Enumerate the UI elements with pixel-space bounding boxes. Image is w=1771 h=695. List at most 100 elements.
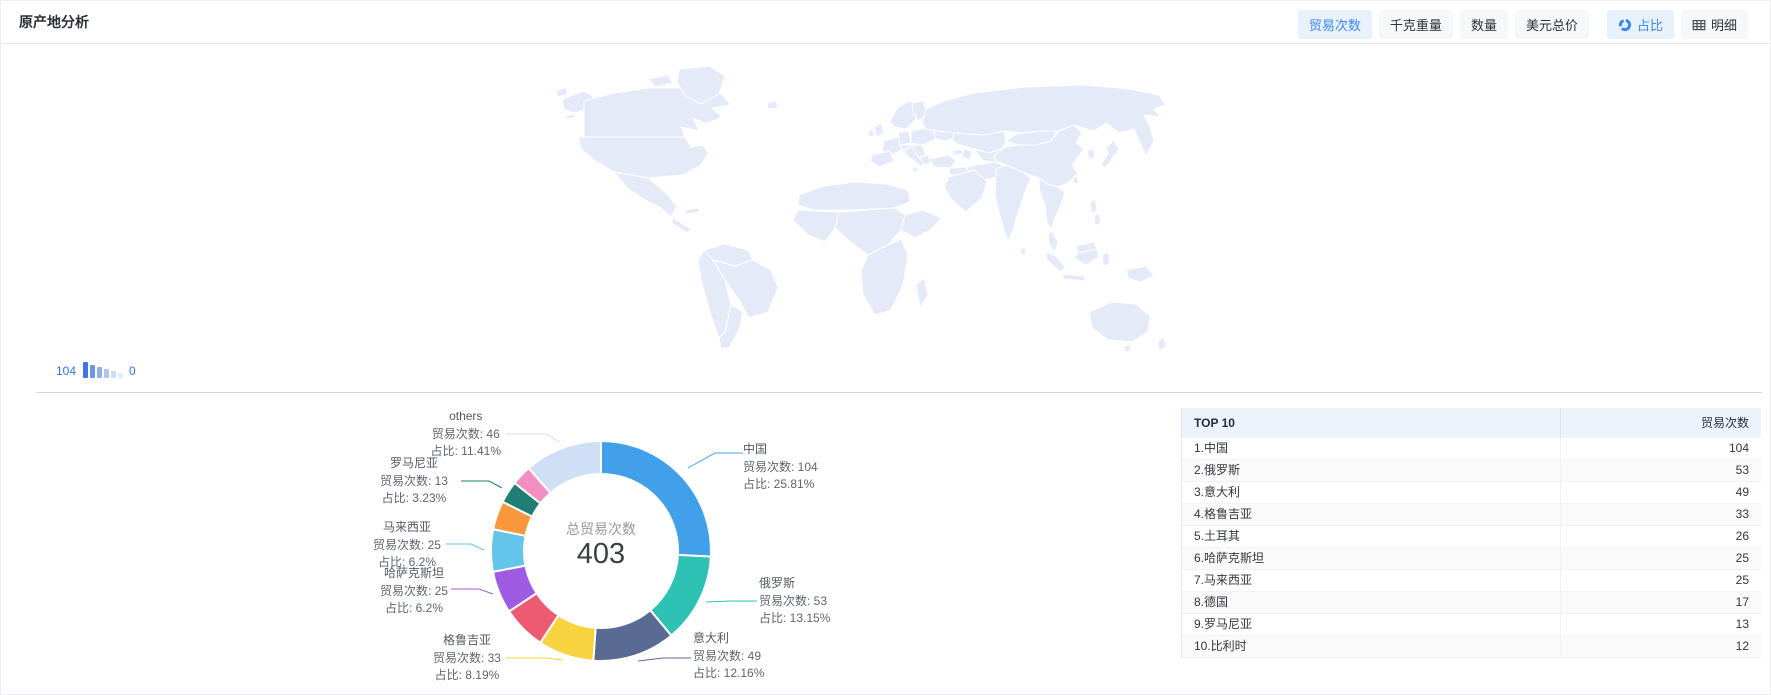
- donut-center-title: 总贸易次数: [521, 520, 681, 538]
- table-cell-value: 25: [1560, 548, 1761, 569]
- donut-label-romania: 罗马尼亚 贸易次数: 13 占比: 3.23%: [380, 455, 448, 508]
- map-country[interactable]: [1101, 141, 1119, 168]
- map-country[interactable]: [912, 166, 918, 172]
- table-cell-country: 1.中国: [1182, 438, 1560, 459]
- table-cell-value: 13: [1560, 614, 1761, 635]
- legend-bar: [90, 365, 95, 378]
- table-header-trade-count: 贸易次数: [1560, 408, 1761, 438]
- legend-bar: [97, 367, 102, 378]
- table-row: 8.德国17: [1182, 592, 1761, 614]
- map-country[interactable]: [870, 151, 894, 167]
- donut-icon: [1618, 18, 1632, 32]
- legend-max-value: 104: [56, 364, 76, 378]
- legend-bar: [111, 371, 116, 378]
- map-country[interactable]: [1073, 176, 1078, 184]
- table-body: 1.中国1042.俄罗斯533.意大利494.格鲁吉亚335.土耳其266.哈萨…: [1182, 438, 1761, 658]
- map-country[interactable]: [916, 278, 928, 308]
- map-country[interactable]: [995, 165, 1031, 242]
- tab-quantity[interactable]: 数量: [1460, 10, 1508, 39]
- tab-kg-weight[interactable]: 千克重量: [1379, 10, 1453, 39]
- table-cell-country: 10.比利时: [1182, 636, 1560, 657]
- legend-bar: [83, 362, 88, 378]
- table-cell-value: 26: [1560, 526, 1761, 547]
- table-row: 5.土耳其26: [1182, 526, 1761, 548]
- map-country[interactable]: [685, 208, 700, 214]
- legend-min-value: 0: [129, 364, 136, 378]
- table-row: 10.比利时12: [1182, 636, 1761, 658]
- map-country[interactable]: [1094, 213, 1101, 226]
- table-row: 3.意大利49: [1182, 482, 1761, 504]
- map-country-malaysia[interactable]: [1048, 230, 1058, 252]
- table-cell-country: 8.德国: [1182, 592, 1560, 613]
- map-country[interactable]: [1158, 337, 1166, 351]
- tab-detail[interactable]: 明细: [1681, 10, 1748, 39]
- page-title: 原产地分析: [19, 1, 89, 43]
- map-country[interactable]: [671, 217, 691, 233]
- table-cell-country: 9.罗马尼亚: [1182, 614, 1560, 635]
- map-country[interactable]: [1102, 252, 1110, 266]
- legend-bar: [118, 373, 123, 378]
- map-legend: 104 0: [56, 358, 136, 378]
- legend-bars: [83, 362, 123, 378]
- map-country[interactable]: [1089, 302, 1150, 342]
- donut-center-total: 403: [521, 538, 681, 570]
- map-country[interactable]: [1062, 274, 1086, 281]
- table-cell-country: 4.格鲁吉亚: [1182, 504, 1560, 525]
- map-country[interactable]: [767, 101, 778, 109]
- donut-label-china: 中国 贸易次数: 104 占比: 25.81%: [743, 441, 818, 494]
- map-country[interactable]: [874, 123, 884, 137]
- map-country[interactable]: [944, 170, 987, 212]
- view-toolbar: 占比 明细: [1607, 10, 1748, 39]
- table-header-top10: TOP 10: [1182, 408, 1560, 438]
- map-country-turkey[interactable]: [929, 155, 956, 168]
- table-cell-value: 17: [1560, 592, 1761, 613]
- table-cell-value: 49: [1560, 482, 1761, 503]
- map-country[interactable]: [566, 114, 575, 119]
- donut-label-others: others 贸易次数: 46 占比: 11.41%: [431, 408, 501, 461]
- table-row: 9.罗马尼亚13: [1182, 614, 1761, 636]
- donut-label-kazakhstan: 哈萨克斯坦 贸易次数: 25 占比: 6.2%: [380, 565, 448, 618]
- table-cell-value: 104: [1560, 438, 1761, 459]
- map-country[interactable]: [962, 149, 972, 160]
- map-country[interactable]: [649, 75, 673, 87]
- tab-trade-count[interactable]: 贸易次数: [1298, 10, 1372, 39]
- world-map: [554, 61, 1169, 356]
- map-country-georgia[interactable]: [952, 149, 963, 155]
- table-cell-value: 53: [1560, 460, 1761, 481]
- donut-label-italy: 意大利 贸易次数: 49 占比: 12.16%: [693, 630, 764, 683]
- section-divider: [36, 392, 1762, 393]
- map-country[interactable]: [1126, 266, 1154, 282]
- tab-usd-total[interactable]: 美元总价: [1515, 10, 1589, 39]
- donut-label-russia: 俄罗斯 贸易次数: 53 占比: 13.15%: [759, 575, 830, 628]
- legend-bar: [104, 369, 109, 378]
- map-country[interactable]: [868, 129, 874, 137]
- map-country[interactable]: [1124, 345, 1131, 352]
- map-country[interactable]: [793, 210, 839, 242]
- table-cell-value: 12: [1560, 636, 1761, 657]
- map-country[interactable]: [1087, 148, 1095, 160]
- map-country[interactable]: [798, 182, 910, 210]
- map-country[interactable]: [578, 137, 708, 178]
- map-country[interactable]: [1090, 199, 1097, 214]
- tab-proportion[interactable]: 占比: [1607, 10, 1674, 39]
- table-row: 1.中国104: [1182, 438, 1761, 460]
- map-country[interactable]: [556, 87, 568, 97]
- map-country[interactable]: [901, 210, 942, 238]
- table-cell-country: 2.俄罗斯: [1182, 460, 1560, 481]
- table-header-row: TOP 10 贸易次数: [1182, 408, 1761, 438]
- map-country[interactable]: [1020, 247, 1026, 255]
- top10-table: TOP 10 贸易次数 1.中国1042.俄罗斯533.意大利494.格鲁吉亚3…: [1181, 408, 1761, 658]
- panel-header: 原产地分析 贸易次数 千克重量 数量 美元总价 占比 明细: [1, 1, 1770, 44]
- table-icon: [1692, 18, 1706, 32]
- map-country[interactable]: [614, 172, 677, 217]
- donut-label-georgia: 格鲁吉亚 贸易次数: 33 占比: 8.19%: [433, 632, 501, 685]
- table-cell-country: 3.意大利: [1182, 482, 1560, 503]
- table-row: 2.俄罗斯53: [1182, 460, 1761, 482]
- map-country[interactable]: [1046, 252, 1066, 272]
- table-row: 7.马来西亚25: [1182, 570, 1761, 592]
- map-country-germany[interactable]: [898, 131, 911, 145]
- table-row: 6.哈萨克斯坦25: [1182, 548, 1761, 570]
- donut-chart: 总贸易次数 403 中国 贸易次数: 104 占比: 25.81% 俄罗斯 贸易…: [341, 399, 901, 695]
- table-row: 4.格鲁吉亚33: [1182, 504, 1761, 526]
- table-cell-country: 5.土耳其: [1182, 526, 1560, 547]
